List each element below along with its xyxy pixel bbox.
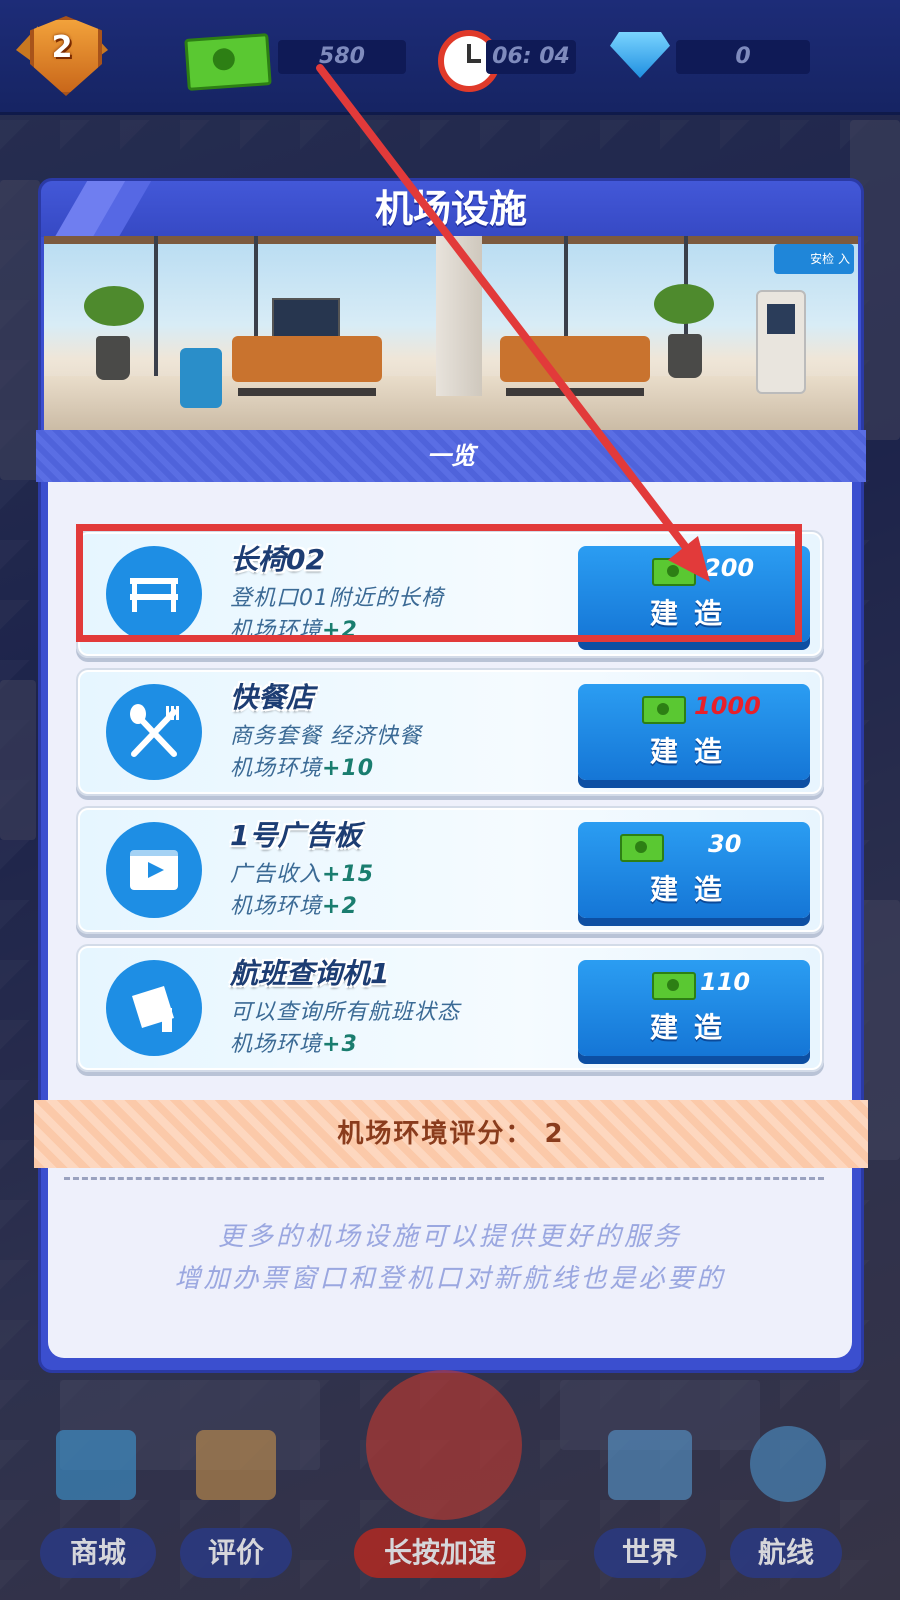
map-pin-icon (608, 1430, 692, 1500)
effect-label: 机场环境 (230, 1032, 323, 1057)
cash-icon (652, 972, 696, 1000)
kiosk-icon (106, 960, 202, 1056)
tip-line-1: 更多的机场设施可以提供更好的服务 (217, 1222, 682, 1252)
bottom-nav: 商城 评价 长按加速 世界 航线 (0, 1370, 900, 1600)
facility-effect: 机场环境+10 (230, 750, 374, 782)
fast-forward-icon (366, 1370, 522, 1520)
window-frame (154, 236, 158, 376)
effect-label: 机场环境 (230, 756, 323, 781)
environment-score: 机场环境评分： 2 (34, 1100, 868, 1168)
kiosk (756, 290, 806, 394)
plant-leaves (654, 284, 714, 324)
facility-card-fast-food: 快餐店 商务套餐 经济快餐 机场环境+10 1000 建造 (76, 668, 824, 796)
cash-icon (184, 33, 272, 91)
plant-leaves (84, 286, 144, 326)
tip-line-2: 增加办票窗口和登机口对新航线也是必要的 (174, 1264, 726, 1294)
effect-value: +2 (322, 894, 358, 919)
plant-pot (668, 334, 702, 378)
nav-review-button[interactable]: 评价 (180, 1528, 292, 1578)
facility-card-billboard: 1号广告板 广告收入+15 机场环境+2 30 建造 (76, 806, 824, 934)
facility-name: 航班查询机1 (230, 957, 390, 990)
score-label: 机场环境评分： (337, 1119, 534, 1149)
cash-icon (620, 834, 664, 862)
video-board-icon (106, 822, 202, 918)
facility-description: 广告收入+15 (230, 856, 374, 888)
bench (500, 336, 650, 396)
fork-spoon-icon (106, 684, 202, 780)
game-timer: 06: 04 (486, 40, 576, 74)
nav-routes-button[interactable]: 航线 (730, 1528, 842, 1578)
basket-icon (56, 1430, 136, 1500)
income-label: 广告收入 (230, 862, 323, 887)
section-label: 一览 (427, 442, 475, 470)
build-cost: 110 (700, 968, 751, 996)
pillar (436, 236, 482, 396)
facility-description: 商务套餐 经济快餐 (230, 724, 422, 749)
notebook-icon (196, 1430, 276, 1500)
nav-shop-button[interactable]: 商城 (40, 1528, 156, 1578)
income-value: +15 (322, 862, 375, 887)
build-label: 建造 (649, 873, 738, 906)
top-hud: 2 580 06: 04 0 (0, 0, 900, 115)
suitcase (180, 348, 222, 408)
divider (64, 1177, 824, 1180)
level-number: 2 (51, 30, 73, 65)
effect-value: +3 (322, 1032, 358, 1057)
build-button[interactable]: 30 建造 (578, 822, 810, 918)
diamond-icon (610, 32, 670, 78)
build-cost-insufficient: 1000 (694, 692, 761, 720)
level-badge[interactable]: 2 (16, 12, 108, 96)
terminal-banner-image: 安检 入 (44, 236, 858, 434)
bench (232, 336, 382, 396)
speed-up-button[interactable]: 长按加速 (354, 1528, 526, 1578)
effect-value: +10 (322, 756, 375, 781)
build-label: 建造 (649, 735, 738, 768)
cash-counter: 580 (278, 40, 406, 74)
highlight-box (76, 524, 802, 642)
environment-score-bar: 机场环境评分： 2 (34, 1100, 868, 1168)
banner-sign: 安检 入 (774, 244, 854, 274)
facility-card-flight-kiosk: 航班查询机1 可以查询所有航班状态 机场环境+3 110 建造 (76, 944, 824, 1072)
dialog-title: 机场设施 (374, 187, 527, 231)
paper-plane-icon (750, 1426, 826, 1502)
cash-icon (642, 696, 686, 724)
build-button[interactable]: 110 建造 (578, 960, 810, 1056)
facility-effect: 机场环境+2 (230, 888, 358, 920)
dialog-header: 机场设施 (41, 181, 861, 237)
flight-screen (272, 298, 340, 338)
effect-label: 机场环境 (230, 894, 323, 919)
nav-world-button[interactable]: 世界 (594, 1528, 706, 1578)
gem-counter: 0 (676, 40, 810, 74)
facility-description: 可以查询所有航班状态 (230, 1000, 461, 1025)
facility-effect: 机场环境+3 (230, 1026, 358, 1058)
build-label: 建造 (649, 1011, 738, 1044)
overview-section-bar: 一览 (36, 430, 866, 482)
score-value: 2 (544, 1119, 565, 1149)
plant-pot (96, 336, 130, 380)
facility-name: 1号广告板 (230, 819, 362, 852)
build-button[interactable]: 1000 建造 (578, 684, 810, 780)
facility-name: 快餐店 (230, 681, 315, 714)
build-cost: 30 (708, 830, 742, 858)
